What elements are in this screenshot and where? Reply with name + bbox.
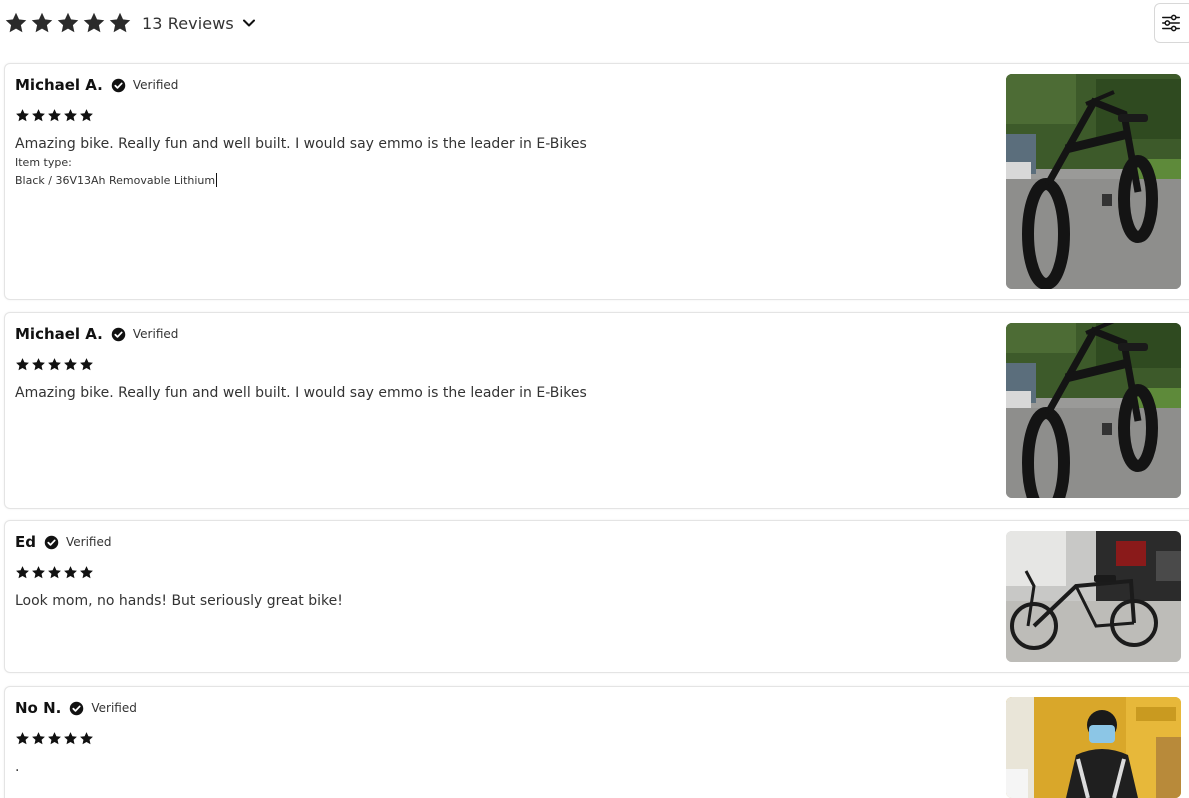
review-photo[interactable] [1006, 531, 1181, 662]
reviewer-name: Ed [15, 533, 36, 551]
star-icon [47, 357, 62, 372]
text-caret [216, 173, 218, 187]
review-photo[interactable] [1006, 697, 1181, 798]
star-icon [15, 731, 30, 746]
chevron-down-icon[interactable] [241, 15, 257, 31]
star-icon [15, 565, 30, 580]
verified-label: Verified [132, 78, 179, 92]
star-icon [31, 108, 46, 123]
review-stars [15, 108, 94, 123]
star-icon [4, 11, 28, 35]
verified-label: Verified [65, 535, 112, 549]
star-icon [31, 357, 46, 372]
star-icon [56, 11, 80, 35]
sliders-icon [1160, 12, 1182, 34]
review-card: Michael A. Verified Amazing bike. Really… [4, 63, 1189, 300]
star-icon [30, 11, 54, 35]
star-icon [79, 565, 94, 580]
reviews-count[interactable]: 13 Reviews [142, 14, 234, 33]
verified-check-icon [111, 78, 126, 93]
verified-check-icon [69, 701, 84, 716]
review-stars [15, 357, 94, 372]
review-card: No N. Verified . [4, 686, 1189, 798]
star-icon [47, 731, 62, 746]
review-card: Michael A. Verified Amazing bike. Really… [4, 312, 1189, 509]
star-icon [79, 108, 94, 123]
star-icon [79, 731, 94, 746]
item-type-text: Black / 36V13Ah Removable Lithium [15, 174, 216, 187]
star-icon [63, 731, 78, 746]
reviewer-name: No N. [15, 699, 62, 717]
star-icon [47, 565, 62, 580]
reviewer-name: Michael A. [15, 76, 103, 94]
review-text: Look mom, no hands! But seriously great … [15, 593, 343, 609]
review-text: Amazing bike. Really fun and well built.… [15, 385, 587, 401]
star-icon [63, 108, 78, 123]
review-header: Michael A. Verified [15, 325, 178, 343]
item-type-value: Black / 36V13Ah Removable Lithium [15, 173, 218, 187]
star-icon [82, 11, 106, 35]
verified-check-icon [111, 327, 126, 342]
star-icon [31, 731, 46, 746]
star-icon [47, 108, 62, 123]
review-stars [15, 731, 94, 746]
review-card: Ed Verified Look mom, no hands! But seri… [4, 520, 1189, 673]
star-icon [63, 565, 78, 580]
star-icon [79, 357, 94, 372]
review-text: Amazing bike. Really fun and well built.… [15, 136, 587, 152]
review-header: Michael A. Verified [15, 76, 178, 94]
star-icon [15, 108, 30, 123]
verified-label: Verified [132, 327, 179, 341]
review-text: . [15, 759, 20, 775]
star-icon [63, 357, 78, 372]
item-type-label: Item type: [15, 156, 72, 169]
star-icon [108, 11, 132, 35]
verified-check-icon [44, 535, 59, 550]
rating-summary[interactable]: 13 Reviews [4, 8, 257, 38]
star-icon [15, 357, 30, 372]
review-header: Ed Verified [15, 533, 111, 551]
star-icon [31, 565, 46, 580]
reviewer-name: Michael A. [15, 325, 103, 343]
verified-label: Verified [91, 701, 137, 715]
filter-button[interactable] [1154, 3, 1189, 43]
review-photo[interactable] [1006, 323, 1181, 498]
review-stars [15, 565, 94, 580]
review-photo[interactable] [1006, 74, 1181, 289]
review-header: No N. Verified [15, 699, 137, 717]
summary-stars [4, 11, 132, 35]
